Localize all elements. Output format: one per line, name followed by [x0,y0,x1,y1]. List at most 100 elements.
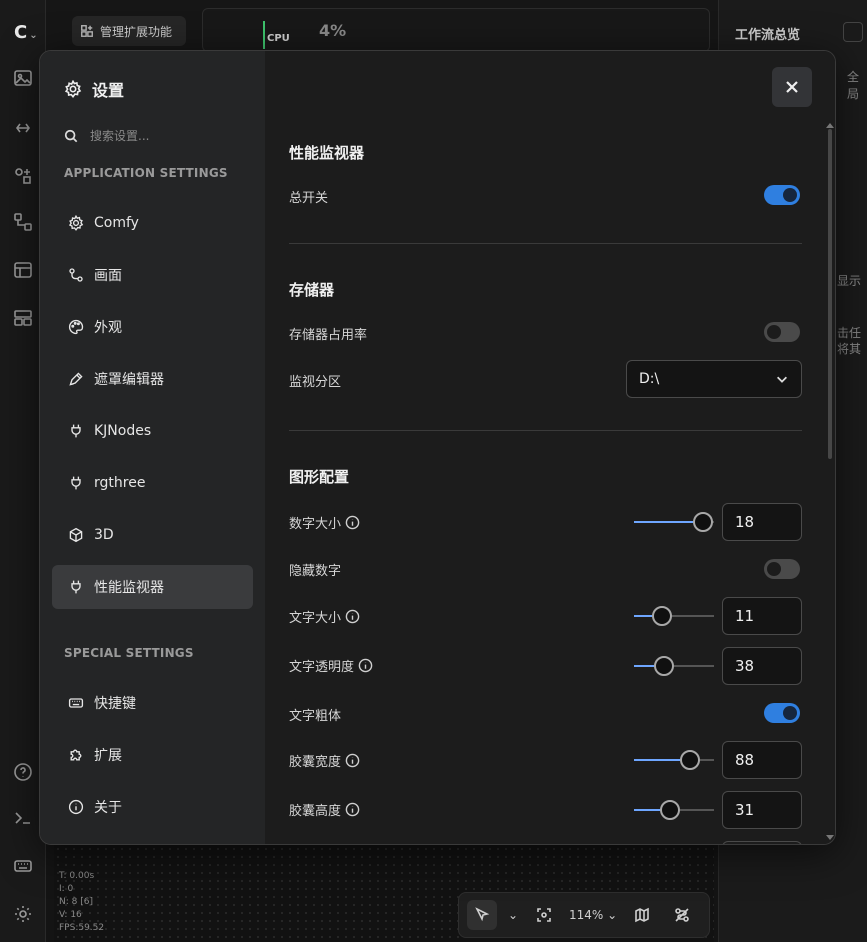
terminal-icon[interactable] [13,808,33,828]
tool-dropdown[interactable]: ⌄ [507,900,519,930]
nav-item-label: 扩展 [94,748,122,764]
text-opacity-slider[interactable] [634,656,714,676]
toggle-knob [783,188,797,202]
info-icon[interactable] [345,609,360,624]
nav-item-keybindings[interactable]: 快捷键 [52,681,253,725]
master-switch-toggle[interactable] [764,185,800,205]
cpu-monitor: CPU 4% [202,8,710,52]
focus-icon [537,908,551,922]
nav-item-label: Comfy [94,215,139,231]
rp-text-4: 将其 [837,342,862,356]
section-title-performance: 性能监视器 [289,144,365,162]
partition-select[interactable]: D:\ [626,360,802,398]
nav-item-extensions[interactable]: 扩展 [52,733,253,777]
slider-thumb[interactable] [680,750,700,770]
manage-extensions-button[interactable]: 管理扩展功能 [72,16,186,46]
slider-thumb[interactable] [652,606,672,626]
capsule-width-label: 胶囊宽度 [289,751,360,770]
scroll-up-arrow[interactable] [826,123,834,128]
nav-item-rgthree[interactable]: rgthree [52,461,253,505]
node-library-icon[interactable] [13,166,33,186]
nav-item-performance-monitor[interactable]: 性能监视器 [52,565,253,609]
scrollbar-thumb[interactable] [828,129,832,459]
nav-item-3d[interactable]: 3D [52,513,253,557]
plug-icon [71,476,81,490]
nav-item-label: 3D [94,527,114,543]
number-size-slider[interactable] [634,512,714,532]
nav-item-comfy[interactable]: Comfy [52,201,253,245]
rp-text-3: 击任 [837,326,862,340]
text-opacity-label: 文字透明度 [289,656,373,675]
workflows-icon[interactable] [13,212,33,232]
layout-icon[interactable] [13,308,33,328]
nav-item-mask-editor[interactable]: 遮罩编辑器 [52,357,253,401]
text-size-label: 文字大小 [289,607,360,626]
toggle-knob [767,562,781,576]
scroll-down-arrow[interactable] [826,835,834,840]
text-opacity-text: 文字透明度 [289,660,355,675]
models-icon[interactable] [13,118,33,138]
stat-fps: FPS:59.52 [59,923,105,933]
settings-nav: 设置 APPLICATION SETTINGS Comfy 画面 外观 遮罩编辑… [40,51,265,844]
cpu-value: 4% [319,21,347,40]
capsule-height-input[interactable]: 31 [722,791,802,829]
link-visibility-button[interactable] [667,900,697,930]
zoom-control[interactable]: 114% ⌄ [569,900,617,930]
info-icon[interactable] [345,515,360,530]
stat-v: V: 16 [59,910,82,920]
settings-gear-icon[interactable] [13,904,33,924]
nav-item-label: 快捷键 [94,696,136,712]
capsule-height-text: 胶囊高度 [289,804,342,819]
canvas-toolbar: ⌄ 114% ⌄ [458,892,710,938]
templates-icon[interactable] [13,260,33,280]
settings-search-input[interactable] [90,129,240,143]
nodes-icon [69,268,83,282]
comfy-logo[interactable]: C ⌄ [14,22,44,43]
partition-value: D:\ [639,371,660,387]
nav-item-about[interactable]: 关于 [52,785,253,829]
storage-usage-toggle[interactable] [764,322,800,342]
toggle-knob [783,706,797,720]
settings-search[interactable] [64,129,244,143]
cursor-icon [475,907,490,922]
info-icon[interactable] [345,753,360,768]
minimap-button[interactable] [627,900,657,930]
fit-view-button[interactable] [529,900,559,930]
keyboard-icon[interactable] [13,856,33,876]
application-settings-header: APPLICATION SETTINGS [64,166,228,180]
settings-title: 设置 [64,77,124,101]
info-icon[interactable] [358,658,373,673]
slider-thumb[interactable] [654,656,674,676]
nav-item-canvas[interactable]: 画面 [52,253,253,297]
chevron-down-icon [777,376,787,383]
capsule-width-input[interactable]: 88 [722,741,802,779]
panel-toggle-icon[interactable] [843,22,863,42]
stat-i: I: 0 [59,884,74,894]
slider-thumb[interactable] [693,512,713,532]
gear-icon [68,215,84,231]
capsule-height-slider[interactable] [634,800,714,820]
close-icon [786,81,798,93]
text-bold-toggle[interactable] [764,703,800,723]
text-opacity-input[interactable]: 38 [722,647,802,685]
select-tool-button[interactable] [467,900,497,930]
capsule-height-label: 胶囊高度 [289,800,360,819]
nav-item-label: KJNodes [94,423,152,439]
slider-thumb[interactable] [660,800,680,820]
nav-item-appearance[interactable]: 外观 [52,305,253,349]
search-icon [64,129,78,143]
hide-numbers-toggle[interactable] [764,559,800,579]
link-off-icon [675,908,689,922]
text-size-input[interactable]: 11 [722,597,802,635]
nav-item-kjnodes[interactable]: KJNodes [52,409,253,453]
settings-content: 性能监视器 总开关 存储器 存储器占用率 监视分区 D:\ 图形配置 数字大小 … [265,51,835,844]
images-icon[interactable] [13,68,33,88]
number-size-input[interactable]: 18 [722,503,802,541]
info-icon[interactable] [345,802,360,817]
help-icon[interactable] [13,762,33,782]
puzzle-icon [70,749,82,761]
capsule-width-slider[interactable] [634,750,714,770]
nav-item-label: 关于 [94,800,122,816]
text-size-slider[interactable] [634,606,714,626]
close-button[interactable] [772,67,812,107]
